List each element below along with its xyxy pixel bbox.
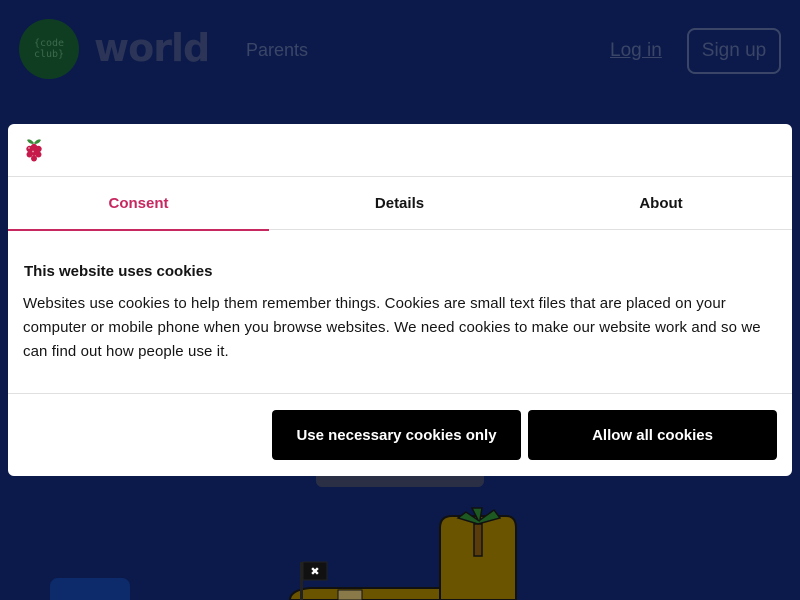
code-club-logo[interactable]: {code club} (19, 19, 79, 79)
dialog-tabs: Consent Details About (8, 177, 792, 231)
raspberry-pi-icon (26, 139, 42, 162)
dialog-body-text: Websites use cookies to help them rememb… (23, 295, 761, 360)
signup-button[interactable]: Sign up (687, 28, 781, 74)
logo-line-2: club} (33, 49, 65, 60)
site-header: {code club} world Parents Log in Sign up (0, 0, 800, 100)
nav-parents-link[interactable]: Parents (246, 40, 308, 61)
login-link[interactable]: Log in (610, 40, 662, 62)
brand-wordmark[interactable]: world (94, 26, 210, 70)
dialog-title: This website uses cookies (24, 263, 213, 280)
use-necessary-cookies-button[interactable]: Use necessary cookies only (272, 410, 521, 460)
pirate-island-illustration: ✖ (288, 507, 517, 600)
dialog-divider (8, 393, 792, 394)
cookie-consent-dialog: Consent Details About This website uses … (8, 124, 792, 476)
logo-line-1: {code (33, 38, 65, 49)
tab-consent[interactable]: Consent (8, 177, 269, 231)
svg-text:✖: ✖ (310, 565, 319, 578)
tab-details[interactable]: Details (269, 177, 530, 230)
tab-about[interactable]: About (530, 177, 792, 230)
dialog-header (8, 124, 792, 177)
allow-all-cookies-button[interactable]: Allow all cookies (528, 410, 777, 460)
